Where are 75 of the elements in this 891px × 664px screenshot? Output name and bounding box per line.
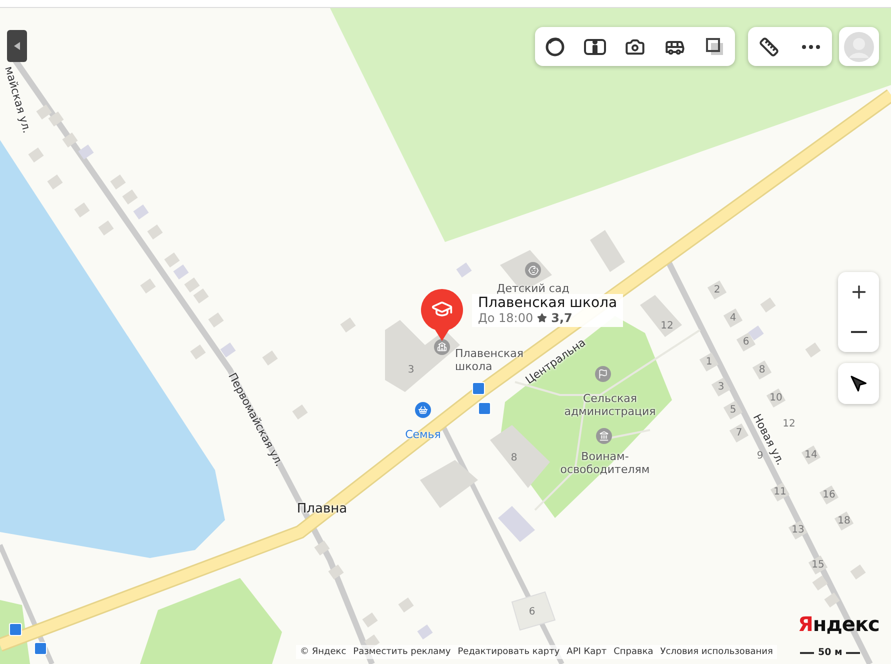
squares-icon bbox=[706, 38, 724, 56]
building bbox=[824, 592, 840, 608]
footer-link[interactable]: Условия использования bbox=[660, 647, 773, 657]
house-number: 9 bbox=[756, 450, 764, 462]
bus-stop-icon[interactable] bbox=[9, 623, 22, 636]
ruler-icon bbox=[759, 36, 779, 56]
avatar-icon bbox=[844, 32, 874, 62]
circle-icon bbox=[545, 36, 565, 56]
building bbox=[36, 104, 52, 120]
village-label: Плавна bbox=[296, 502, 348, 518]
house-number: 4 bbox=[730, 312, 736, 324]
more-icon bbox=[802, 44, 820, 48]
house-number: 7 bbox=[736, 428, 742, 438]
house-number: 10 bbox=[770, 392, 782, 404]
house-number: 15 bbox=[812, 560, 824, 570]
footer-link[interactable]: Разместить рекламу bbox=[353, 647, 451, 657]
house-number: 11 bbox=[774, 486, 786, 498]
my-location-button[interactable] bbox=[838, 363, 879, 404]
building bbox=[808, 555, 828, 575]
scale-label: 50 м bbox=[818, 647, 842, 658]
house-number: 2 bbox=[714, 284, 720, 296]
building bbox=[328, 564, 344, 580]
house-number: 13 bbox=[792, 524, 804, 536]
place-label[interactable]: Сельская администрация bbox=[555, 392, 665, 418]
house-number: 12 bbox=[660, 320, 674, 332]
house-number: 6 bbox=[528, 606, 536, 618]
footer-link[interactable]: API Карт bbox=[566, 647, 607, 657]
sidebar-toggle-button[interactable] bbox=[7, 30, 27, 62]
shop-icon[interactable] bbox=[415, 402, 431, 418]
house-number: 6 bbox=[742, 336, 750, 348]
building bbox=[770, 482, 790, 502]
house-number: 18 bbox=[838, 516, 850, 526]
school-pin-icon[interactable] bbox=[419, 287, 465, 343]
building bbox=[640, 295, 682, 337]
house-number: 5 bbox=[730, 404, 736, 416]
house-number: 1 bbox=[706, 356, 712, 368]
building bbox=[788, 520, 808, 540]
scale-bar bbox=[846, 652, 860, 654]
house-number: 16 bbox=[822, 490, 836, 500]
place-title[interactable]: Плавенская школа bbox=[478, 296, 618, 312]
building bbox=[184, 277, 200, 293]
caret-icon bbox=[14, 42, 20, 50]
star-icon bbox=[537, 313, 548, 324]
house-number: 14 bbox=[804, 450, 818, 460]
house-number: 8 bbox=[758, 364, 766, 376]
location-arrow-icon bbox=[850, 374, 868, 392]
building bbox=[48, 111, 64, 127]
scale-bar bbox=[800, 652, 814, 654]
place-label[interactable]: Детский сад bbox=[496, 282, 570, 296]
minus-icon bbox=[850, 331, 866, 333]
building bbox=[498, 506, 535, 542]
bus-stop-icon[interactable] bbox=[34, 642, 47, 655]
footer-link[interactable]: © Яндекс bbox=[300, 647, 346, 657]
building bbox=[173, 264, 189, 280]
footer-link[interactable]: Редактировать карту bbox=[458, 647, 560, 657]
building bbox=[490, 425, 550, 488]
house-number: 12 bbox=[782, 418, 796, 430]
camera-icon bbox=[625, 36, 645, 56]
building bbox=[420, 460, 478, 508]
place-label[interactable]: Плавенская школа bbox=[455, 347, 521, 374]
footer-link[interactable]: Справка bbox=[614, 647, 654, 657]
opening-hours: До 18:00 bbox=[478, 311, 534, 326]
building bbox=[62, 132, 78, 148]
building bbox=[590, 230, 625, 272]
place-label[interactable]: Воинам-освободителям bbox=[550, 450, 660, 476]
building bbox=[511, 591, 556, 631]
house-number: 3 bbox=[408, 364, 414, 376]
building bbox=[314, 540, 330, 556]
house-number: 3 bbox=[718, 382, 724, 392]
bus-stop-icon[interactable] bbox=[478, 402, 491, 415]
logo: Яндекс bbox=[798, 612, 880, 636]
rating-value: 3,7 bbox=[551, 311, 572, 326]
bus-stop-icon[interactable] bbox=[472, 382, 485, 395]
building bbox=[164, 252, 180, 268]
house-number: 8 bbox=[510, 452, 518, 464]
